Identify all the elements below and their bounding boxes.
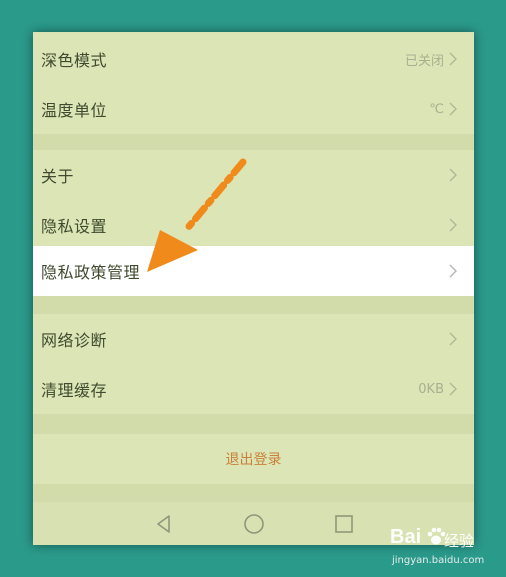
chevron-right-icon <box>449 382 457 396</box>
section-divider <box>33 414 474 434</box>
chevron-right-icon <box>449 264 457 278</box>
settings-row-privacy-policy[interactable]: 隐私政策管理 <box>33 246 474 296</box>
logout-button[interactable]: 退出登录 <box>33 434 474 484</box>
settings-row-label: 关于 <box>41 167 75 186</box>
settings-row-label: 温度单位 <box>41 101 108 120</box>
section-divider <box>33 134 474 150</box>
section-divider <box>33 296 474 314</box>
settings-row-label: 深色模式 <box>41 51 108 70</box>
chevron-right-icon <box>449 168 457 182</box>
settings-row-network-diagnosis[interactable]: 网络诊断 <box>33 314 474 364</box>
watermark-brand: Bai <box>390 526 422 548</box>
chevron-right-icon <box>449 218 457 232</box>
settings-row-label: 网络诊断 <box>41 331 108 350</box>
section-divider <box>33 484 474 502</box>
chevron-right-icon <box>449 52 457 66</box>
settings-row-clear-cache[interactable]: 清理缓存 0KB <box>33 364 474 414</box>
settings-row-about[interactable]: 关于 <box>33 150 474 200</box>
chevron-right-icon <box>449 102 457 116</box>
back-icon[interactable] <box>151 511 177 537</box>
settings-row-dark-mode[interactable]: 深色模式 已关闭 <box>33 34 474 84</box>
recents-icon[interactable] <box>331 511 357 537</box>
settings-row-temperature-unit[interactable]: 温度单位 ℃ <box>33 84 474 134</box>
watermark-url: jingyan.baidu.com <box>392 555 485 566</box>
baidu-watermark: Bai 经验 jingyan.baidu.com <box>390 522 500 572</box>
settings-row-value: 已关闭 <box>404 53 444 69</box>
settings-row-label: 隐私政策管理 <box>41 263 141 282</box>
settings-row-value: ℃ <box>429 101 444 117</box>
settings-row-value: 0KB <box>418 381 444 397</box>
home-icon[interactable] <box>241 511 267 537</box>
settings-row-privacy-settings[interactable]: 隐私设置 <box>33 200 474 250</box>
chevron-right-icon <box>449 332 457 346</box>
watermark-suffix: 经验 <box>444 532 475 550</box>
settings-row-label: 隐私设置 <box>41 217 108 236</box>
settings-row-label: 清理缓存 <box>41 381 108 400</box>
settings-screen: 深色模式 已关闭 温度单位 ℃ 关于 隐私设置 隐私政策管理 网络诊断 清理缓存… <box>33 32 474 545</box>
